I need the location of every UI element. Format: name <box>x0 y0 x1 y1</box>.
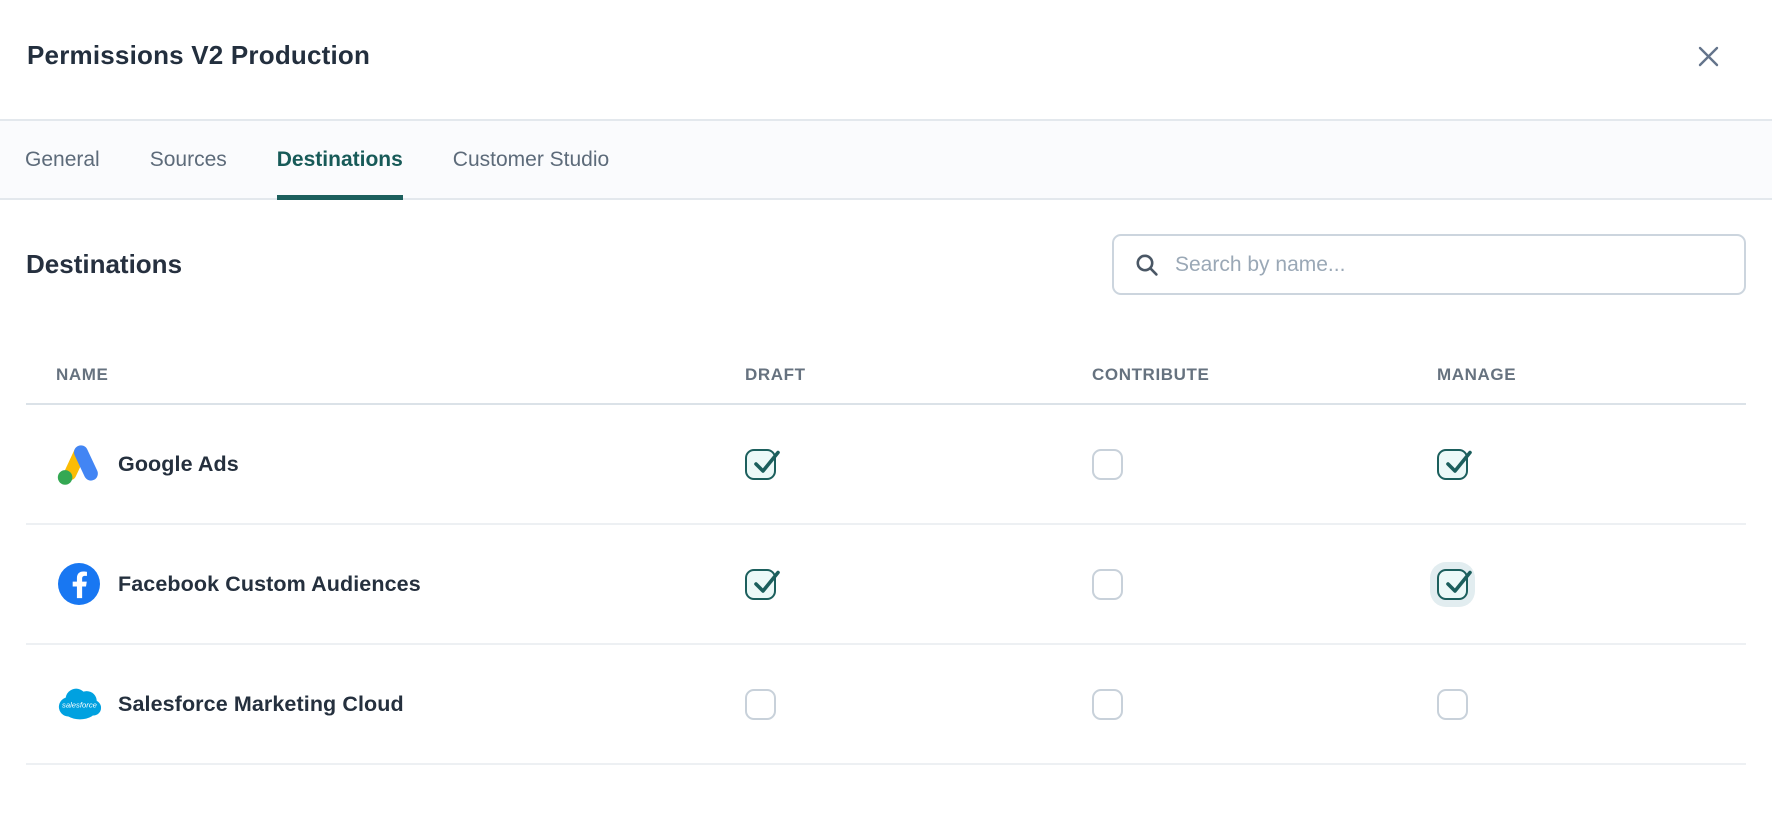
draft-checkbox[interactable] <box>745 449 776 480</box>
modal-header: Permissions V2 Production <box>0 0 1772 121</box>
draft-checkbox[interactable] <box>745 689 776 720</box>
table-header-row: NAME DRAFT CONTRIBUTE MANAGE <box>26 337 1746 405</box>
section-heading: Destinations <box>26 249 182 280</box>
contribute-checkbox[interactable] <box>1092 569 1123 600</box>
search-input[interactable] <box>1175 253 1728 277</box>
destination-name-cell: Google Ads <box>56 442 745 486</box>
destination-name-cell: salesforce Salesforce Marketing Cloud <box>56 682 745 726</box>
manage-checkbox[interactable] <box>1437 449 1468 480</box>
tab-sources[interactable]: Sources <box>150 121 227 198</box>
facebook-icon <box>56 562 102 606</box>
tab-label: General <box>25 148 100 172</box>
draft-checkbox[interactable] <box>745 569 776 600</box>
tab-label: Sources <box>150 148 227 172</box>
tab-label: Customer Studio <box>453 148 609 172</box>
table-row: salesforce Salesforce Marketing Cloud <box>26 645 1746 765</box>
destination-name: Salesforce Marketing Cloud <box>118 692 404 717</box>
column-header-name: NAME <box>56 365 745 385</box>
manage-checkbox[interactable] <box>1437 569 1468 600</box>
modal-title: Permissions V2 Production <box>27 40 370 71</box>
destination-name: Facebook Custom Audiences <box>118 572 421 597</box>
search-box <box>1112 234 1746 295</box>
column-header-draft: DRAFT <box>745 365 1092 385</box>
tab-label: Destinations <box>277 148 403 172</box>
salesforce-icon: salesforce <box>56 682 102 726</box>
svg-text:salesforce: salesforce <box>62 700 97 709</box>
table-row: Google Ads <box>26 405 1746 525</box>
column-header-contribute: CONTRIBUTE <box>1092 365 1437 385</box>
tab-customer-studio[interactable]: Customer Studio <box>453 121 609 198</box>
close-button[interactable] <box>1692 40 1724 72</box>
tab-general[interactable]: General <box>25 121 100 198</box>
contribute-checkbox[interactable] <box>1092 449 1123 480</box>
tab-bar: General Sources Destinations Customer Studi… <box>0 121 1772 200</box>
search-icon <box>1134 252 1160 278</box>
tab-destinations[interactable]: Destinations <box>277 121 403 198</box>
table-body: Google Ads Facebook Custom Audiences <box>26 405 1746 765</box>
destination-name-cell: Facebook Custom Audiences <box>56 562 745 606</box>
toolbar: Destinations <box>26 234 1746 295</box>
column-header-manage: MANAGE <box>1437 365 1746 385</box>
close-icon <box>1695 43 1722 70</box>
permissions-table: NAME DRAFT CONTRIBUTE MANAGE Google Ads … <box>26 337 1746 765</box>
google-ads-icon <box>56 442 102 486</box>
contribute-checkbox[interactable] <box>1092 689 1123 720</box>
manage-checkbox[interactable] <box>1437 689 1468 720</box>
destination-name: Google Ads <box>118 452 239 477</box>
table-row: Facebook Custom Audiences <box>26 525 1746 645</box>
content: Destinations NAME DRAFT CONTRIBUTE MANAG… <box>0 234 1772 765</box>
